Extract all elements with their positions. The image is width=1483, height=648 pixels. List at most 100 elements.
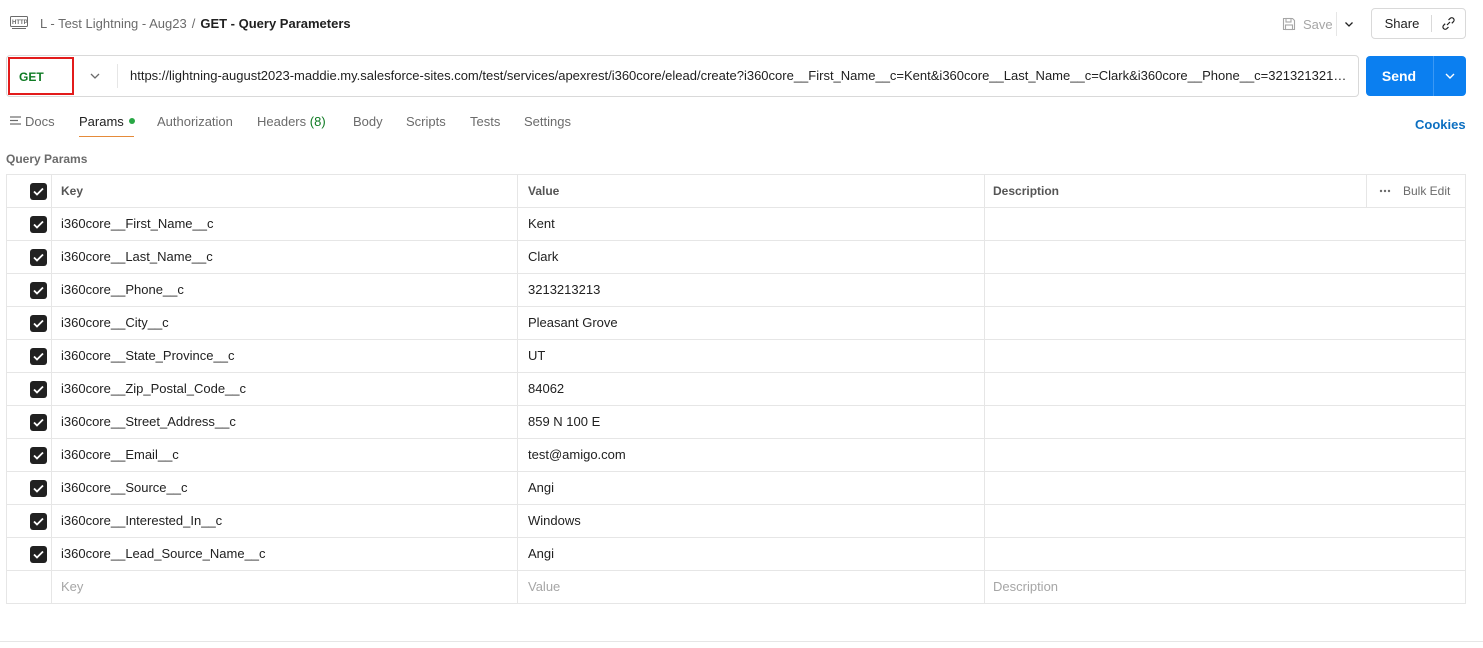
check-icon [33,286,44,295]
cookies-link[interactable]: Cookies [1415,117,1466,132]
save-label: Save [1303,16,1333,32]
row-check-cell [7,439,52,471]
param-value[interactable]: Kent [518,208,985,240]
param-description[interactable] [985,274,1467,306]
check-icon [33,352,44,361]
param-value[interactable]: test@amigo.com [518,439,985,471]
select-all-checkbox[interactable] [30,183,47,200]
new-value-input[interactable]: Value [518,571,985,603]
param-key[interactable]: i360core__Street_Address__c [52,406,518,438]
param-key[interactable]: i360core__Lead_Source_Name__c [52,538,518,570]
param-key[interactable]: i360core__Source__c [52,472,518,504]
method-selector[interactable]: GET [8,57,74,95]
more-icon [1379,189,1391,193]
param-description[interactable] [985,439,1467,471]
param-key[interactable]: i360core__First_Name__c [52,208,518,240]
param-description[interactable] [985,208,1467,240]
check-icon [33,220,44,229]
docs-icon [10,116,21,125]
query-params-table: Key Value Description Bulk Edit i360core… [6,174,1466,604]
param-key[interactable]: i360core__Zip_Postal_Code__c [52,373,518,405]
param-value[interactable]: UT [518,340,985,372]
request-tabs: Docs Params Authorization Headers (8) Bo… [0,108,1483,138]
bottom-divider [0,641,1483,642]
send-divider [1433,56,1434,96]
share-divider [1431,15,1432,32]
save-divider [1336,12,1337,36]
send-button[interactable]: Send [1366,56,1466,96]
param-enabled-checkbox[interactable] [30,315,47,332]
param-value[interactable]: Angi [518,472,985,504]
save-options-button[interactable] [1342,14,1356,34]
table-row: i360core__Street_Address__c 859 N 100 E [7,406,1465,439]
param-enabled-checkbox[interactable] [30,447,47,464]
param-description[interactable] [985,505,1467,537]
param-key[interactable]: i360core__Interested_In__c [52,505,518,537]
param-value[interactable]: Pleasant Grove [518,307,985,339]
query-params-title: Query Params [6,152,88,166]
param-value[interactable]: Clark [518,241,985,273]
save-button[interactable]: Save [1281,12,1333,36]
param-enabled-checkbox[interactable] [30,414,47,431]
check-icon [33,451,44,460]
tab-tests[interactable]: Tests [470,114,500,129]
chevron-down-icon[interactable] [1442,68,1458,84]
param-value[interactable]: 859 N 100 E [518,406,985,438]
new-description-input[interactable]: Description [985,571,1467,603]
param-enabled-checkbox[interactable] [30,546,47,563]
param-key[interactable]: i360core__State_Province__c [52,340,518,372]
param-value[interactable]: 3213213213 [518,274,985,306]
param-value[interactable]: 84062 [518,373,985,405]
bulk-edit-label: Bulk Edit [1403,184,1451,198]
breadcrumb: L - Test Lightning - Aug23 / GET - Query P… [40,16,351,31]
bulk-edit-button[interactable]: Bulk Edit [1366,175,1466,207]
param-enabled-checkbox[interactable] [30,282,47,299]
param-description[interactable] [985,406,1467,438]
param-enabled-checkbox[interactable] [30,249,47,266]
table-row: i360core__State_Province__c UT [7,340,1465,373]
chevron-down-icon[interactable] [87,68,103,84]
share-group: Share [1371,8,1466,39]
param-description[interactable] [985,472,1467,504]
param-description[interactable] [985,538,1467,570]
param-enabled-checkbox[interactable] [30,216,47,233]
check-icon [33,319,44,328]
param-key[interactable]: i360core__City__c [52,307,518,339]
param-enabled-checkbox[interactable] [30,381,47,398]
new-key-input[interactable]: Key [52,571,518,603]
table-row: i360core__Lead_Source_Name__c Angi [7,538,1465,571]
param-key[interactable]: i360core__Phone__c [52,274,518,306]
tab-headers[interactable]: Headers (8) [257,114,326,129]
param-value[interactable]: Angi [518,538,985,570]
param-description[interactable] [985,340,1467,372]
param-description[interactable] [985,241,1467,273]
share-button[interactable]: Share [1372,9,1432,38]
param-enabled-checkbox[interactable] [30,513,47,530]
param-enabled-checkbox[interactable] [30,348,47,365]
param-description[interactable] [985,307,1467,339]
tab-scripts[interactable]: Scripts [406,114,446,129]
check-icon [33,517,44,526]
param-key[interactable]: i360core__Last_Name__c [52,241,518,273]
param-description[interactable] [985,373,1467,405]
tab-settings[interactable]: Settings [524,114,571,129]
tab-body[interactable]: Body [353,114,383,129]
tab-authorization[interactable]: Authorization [157,114,233,129]
method-label: GET [19,70,44,84]
url-input[interactable]: https://lightning-august2023-maddie.my.s… [130,68,1352,83]
row-check-cell [7,208,52,240]
param-enabled-checkbox[interactable] [30,480,47,497]
table-header-row: Key Value Description Bulk Edit [7,175,1465,208]
tab-params[interactable]: Params [79,114,135,129]
table-row: i360core__Last_Name__c Clark [7,241,1465,274]
table-row: i360core__Interested_In__c Windows [7,505,1465,538]
request-title[interactable]: GET - Query Parameters [200,16,350,31]
tab-docs[interactable]: Docs [10,114,55,129]
params-active-dot [128,118,135,124]
request-header: HTTP L - Test Lightning - Aug23 / GET - Qu… [0,0,1483,48]
breadcrumb-collection[interactable]: L - Test Lightning - Aug23 [40,16,187,31]
param-key[interactable]: i360core__Email__c [52,439,518,471]
param-value[interactable]: Windows [518,505,985,537]
link-icon[interactable] [1440,15,1457,32]
table-row: i360core__City__c Pleasant Grove [7,307,1465,340]
